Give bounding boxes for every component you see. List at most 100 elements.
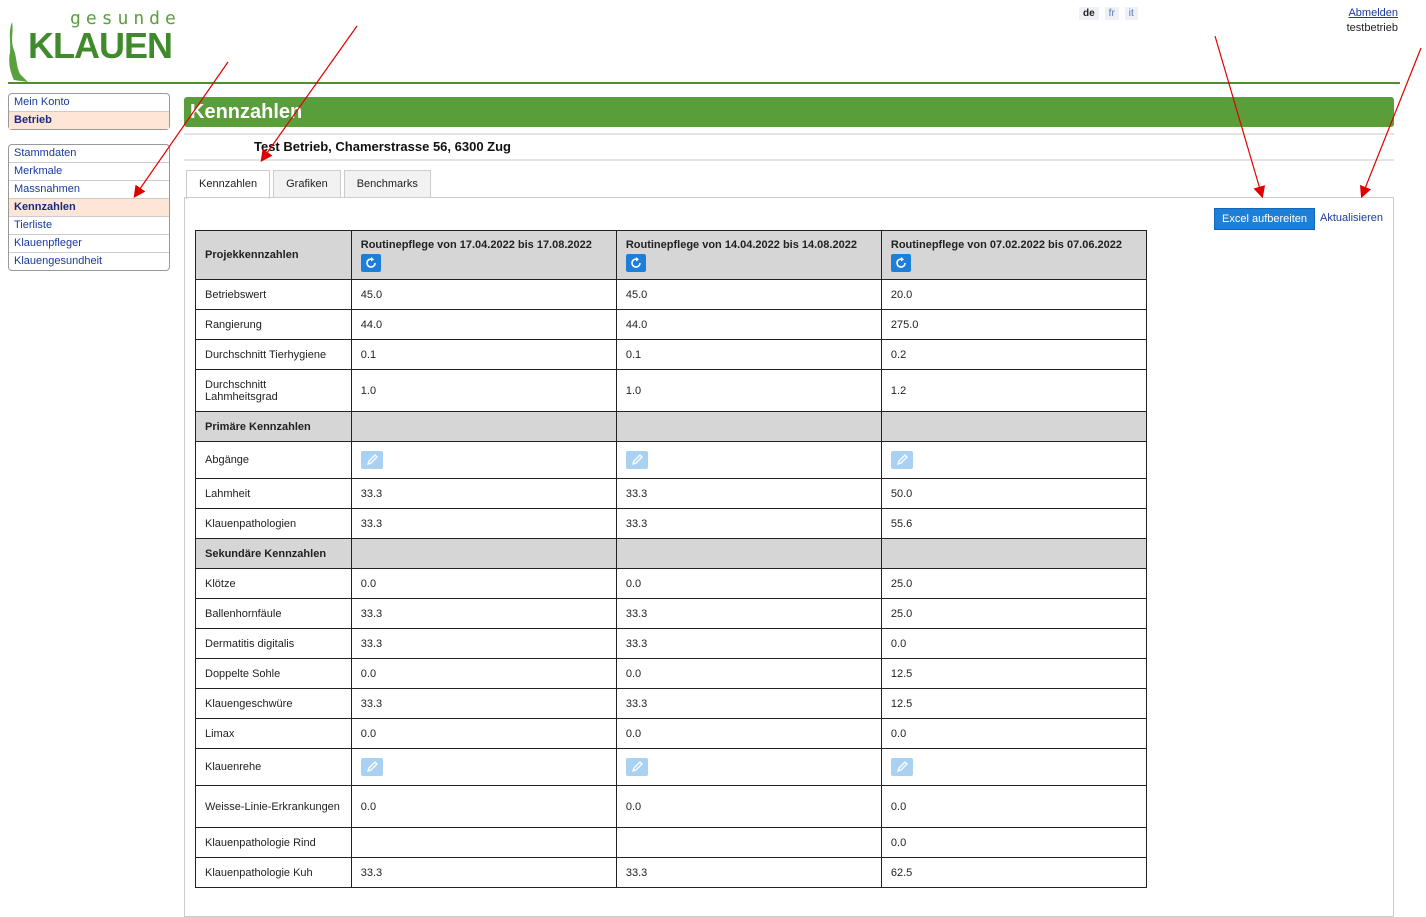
row-label: Klauenpathologie Kuh bbox=[195, 857, 352, 888]
edit-cell bbox=[615, 441, 882, 479]
value-cell: 0.0 bbox=[880, 827, 1148, 858]
table-row: Limax 0.0 0.0 0.0 bbox=[195, 718, 1148, 749]
refresh-column-button[interactable] bbox=[360, 253, 381, 272]
sidebar-item-merkmale[interactable]: Merkmale bbox=[9, 163, 169, 181]
table-row: Abgänge bbox=[195, 441, 1148, 479]
sidebar-item-betrieb[interactable]: Betrieb bbox=[9, 112, 169, 129]
edit-button[interactable] bbox=[890, 451, 913, 469]
language-switcher: de fr it bbox=[1079, 7, 1138, 20]
section-row: Primäre Kennzahlen bbox=[195, 411, 1148, 442]
table-row: Betriebswert 45.0 45.0 20.0 bbox=[195, 279, 1148, 310]
table-row: Durchschnitt Tierhygiene 0.1 0.1 0.2 bbox=[195, 339, 1148, 370]
pencil-icon bbox=[366, 454, 378, 466]
divider bbox=[184, 159, 1394, 161]
page-title: Kennzahlen bbox=[184, 97, 1394, 127]
value-cell: 45.0 bbox=[350, 279, 617, 310]
pencil-icon bbox=[896, 454, 908, 466]
value-cell: 0.2 bbox=[880, 339, 1148, 370]
column-title: Routinepflege von 07.02.2022 bis 07.06.2… bbox=[890, 238, 1123, 251]
tab-kennzahlen[interactable]: Kennzahlen bbox=[186, 170, 271, 199]
sidebar-item-kennzahlen[interactable]: Kennzahlen bbox=[9, 199, 169, 217]
value-cell: 50.0 bbox=[880, 478, 1148, 509]
sidebar-item-klauengesundheit[interactable]: Klauengesundheit bbox=[9, 253, 169, 270]
value-cell: 0.0 bbox=[615, 658, 882, 689]
sidebar-item-stammdaten[interactable]: Stammdaten bbox=[9, 145, 169, 163]
table-row: Klötze 0.0 0.0 25.0 bbox=[195, 568, 1148, 599]
section-cell bbox=[615, 411, 882, 442]
edit-button[interactable] bbox=[625, 451, 648, 469]
sidebar-top-menu: Mein Konto Betrieb bbox=[8, 93, 170, 130]
edit-button[interactable] bbox=[625, 758, 648, 776]
edit-cell bbox=[880, 441, 1148, 479]
logo-text-main: KLAUEN bbox=[28, 25, 173, 66]
row-label: Abgänge bbox=[195, 441, 352, 479]
sidebar-item-mein-konto[interactable]: Mein Konto bbox=[9, 94, 169, 112]
logout-link[interactable]: Abmelden bbox=[1347, 6, 1398, 21]
excel-export-button[interactable]: Excel aufbereiten bbox=[1214, 208, 1315, 230]
row-label: Klauenrehe bbox=[195, 748, 352, 786]
table-row: Dermatitis digitalis 33.3 33.3 0.0 bbox=[195, 628, 1148, 659]
table-row: Klauenpathologie Kuh 33.3 33.3 62.5 bbox=[195, 857, 1148, 888]
value-cell: 33.3 bbox=[615, 478, 882, 509]
value-cell: 0.0 bbox=[350, 658, 617, 689]
row-label: Durchschnitt Tierhygiene bbox=[195, 339, 352, 370]
row-label: Dermatitis digitalis bbox=[195, 628, 352, 659]
value-cell: 12.5 bbox=[880, 688, 1148, 719]
value-cell: 20.0 bbox=[880, 279, 1148, 310]
value-cell: 33.3 bbox=[350, 478, 617, 509]
value-cell: 33.3 bbox=[615, 598, 882, 629]
value-cell: 62.5 bbox=[880, 857, 1148, 888]
logo[interactable]: gesunde KLAUEN bbox=[8, 8, 178, 82]
edit-cell bbox=[880, 748, 1148, 786]
value-cell: 1.0 bbox=[615, 369, 882, 412]
value-cell: 0.0 bbox=[350, 718, 617, 749]
section-cell bbox=[350, 411, 617, 442]
language-fr[interactable]: fr bbox=[1104, 7, 1119, 20]
table-row: Weisse-Linie-Erkrankungen 0.0 0.0 0.0 bbox=[195, 785, 1148, 828]
language-de[interactable]: de bbox=[1079, 7, 1099, 20]
section-cell bbox=[880, 538, 1148, 569]
edit-button[interactable] bbox=[360, 451, 383, 469]
table-row: Klauenpathologie Rind 0.0 bbox=[195, 827, 1148, 858]
refresh-column-button[interactable] bbox=[890, 253, 911, 272]
row-label: Klauengeschwüre bbox=[195, 688, 352, 719]
table-row: Ballenhornfäule 33.3 33.3 25.0 bbox=[195, 598, 1148, 629]
row-label: Durchschnitt Lahmheitsgrad bbox=[195, 369, 352, 412]
value-cell: 25.0 bbox=[880, 598, 1148, 629]
table-row: Klauengeschwüre 33.3 33.3 12.5 bbox=[195, 688, 1148, 719]
value-cell: 33.3 bbox=[350, 598, 617, 629]
row-label: Betriebswert bbox=[195, 279, 352, 310]
refresh-column-button[interactable] bbox=[625, 253, 646, 272]
user-area: Abmelden testbetrieb bbox=[1347, 6, 1398, 36]
column-header: Routinepflege von 07.02.2022 bis 07.06.2… bbox=[880, 230, 1148, 280]
table-row: Doppelte Sohle 0.0 0.0 12.5 bbox=[195, 658, 1148, 689]
value-cell: 0.1 bbox=[615, 339, 882, 370]
row-label: Lahmheit bbox=[195, 478, 352, 509]
value-cell: 12.5 bbox=[880, 658, 1148, 689]
tab-benchmarks[interactable]: Benchmarks bbox=[343, 170, 431, 198]
column-title: Routinepflege von 17.04.2022 bis 17.08.2… bbox=[360, 238, 592, 251]
sidebar-item-klauenpfleger[interactable]: Klauenpfleger bbox=[9, 235, 169, 253]
column-title: Routinepflege von 14.04.2022 bis 14.08.2… bbox=[625, 238, 857, 251]
column-header: Routinepflege von 14.04.2022 bis 14.08.2… bbox=[615, 230, 882, 280]
value-cell: 33.3 bbox=[615, 857, 882, 888]
value-cell: 275.0 bbox=[880, 309, 1148, 340]
edit-cell bbox=[350, 748, 617, 786]
value-cell: 33.3 bbox=[350, 628, 617, 659]
value-cell: 1.0 bbox=[350, 369, 617, 412]
refresh-link[interactable]: Aktualisieren bbox=[1320, 212, 1383, 224]
value-cell: 1.2 bbox=[880, 369, 1148, 412]
edit-button[interactable] bbox=[360, 758, 383, 776]
pencil-icon bbox=[631, 454, 643, 466]
value-cell: 0.0 bbox=[615, 785, 882, 828]
language-it[interactable]: it bbox=[1124, 7, 1138, 20]
sidebar-item-massnahmen[interactable]: Massnahmen bbox=[9, 181, 169, 199]
edit-button[interactable] bbox=[890, 758, 913, 776]
value-cell: 33.3 bbox=[615, 688, 882, 719]
sidebar-item-tierliste[interactable]: Tierliste bbox=[9, 217, 169, 235]
table-row: Rangierung 44.0 44.0 275.0 bbox=[195, 309, 1148, 340]
value-cell: 0.0 bbox=[350, 785, 617, 828]
table-row: Klauenrehe bbox=[195, 748, 1148, 786]
tab-grafiken[interactable]: Grafiken bbox=[273, 170, 341, 198]
header-divider bbox=[8, 82, 1400, 84]
